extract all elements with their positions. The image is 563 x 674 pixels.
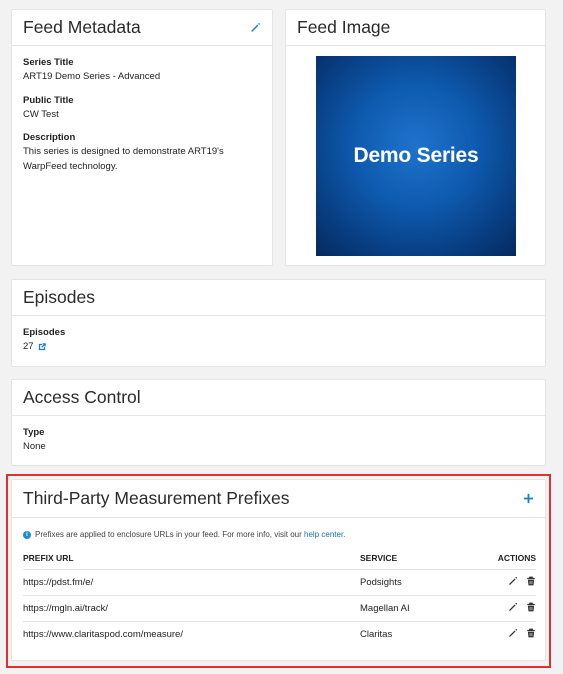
description-label: Description <box>23 132 76 143</box>
add-prefix-button[interactable] <box>523 493 534 504</box>
measurement-prefixes-card: Third-Party Measurement Prefixes i Prefi… <box>11 479 546 661</box>
plus-icon <box>523 493 534 504</box>
trash-icon <box>527 576 535 586</box>
edit-prefix-button[interactable] <box>508 576 518 586</box>
info-suffix: . <box>343 530 346 539</box>
delete-prefix-button[interactable] <box>526 628 536 638</box>
measurement-prefixes-title: Third-Party Measurement Prefixes <box>23 488 290 508</box>
prefix-url-cell: https://pdst.fm/e/ <box>23 569 360 596</box>
type-value: None <box>23 441 46 452</box>
table-row: https://pdst.fm/e/ Podsights <box>23 569 536 596</box>
series-title-value: ART19 Demo Series - Advanced <box>23 71 161 82</box>
measurement-prefixes-header: Third-Party Measurement Prefixes <box>12 480 545 518</box>
feed-image-title: Feed Image <box>297 17 391 37</box>
feed-metadata-header: Feed Metadata <box>12 10 272 46</box>
pencil-icon <box>509 602 518 611</box>
table-row: https://www.claritaspod.com/measure/ Cla… <box>23 622 536 648</box>
feed-cover-image: Demo Series <box>316 56 516 256</box>
feed-image-card: Feed Image Demo Series <box>285 9 546 266</box>
feed-metadata-title: Feed Metadata <box>23 17 141 37</box>
series-title-label: Series Title <box>23 57 74 68</box>
pencil-icon <box>509 629 518 637</box>
delete-prefix-button[interactable] <box>526 602 536 612</box>
prefixes-info: i Prefixes are applied to enclosure URLs… <box>12 518 545 539</box>
access-control-title: Access Control <box>23 387 141 407</box>
trash-icon <box>527 628 535 638</box>
description-line-1: This series is designed to demonstrate A… <box>23 146 224 157</box>
table-header-row: PREFIX URL SERVICE ACTIONS <box>23 553 536 570</box>
prefix-url-cell: https://mgln.ai/track/ <box>23 595 360 622</box>
pencil-icon <box>509 576 518 585</box>
prefixes-table: PREFIX URL SERVICE ACTIONS https://pdst.… <box>23 553 536 648</box>
prefixes-info-text: Prefixes are applied to enclosure URLs i… <box>35 530 345 539</box>
feed-metadata-card: Feed Metadata Series Title ART19 Demo Se… <box>11 9 273 266</box>
cover-image-text: Demo Series <box>353 144 479 167</box>
column-header-service: SERVICE <box>360 553 470 570</box>
delete-prefix-button[interactable] <box>526 576 536 586</box>
episodes-count-link[interactable]: 27 <box>23 340 47 355</box>
trash-icon <box>527 602 535 612</box>
column-header-prefix-url: PREFIX URL <box>23 553 360 570</box>
pencil-icon <box>251 23 260 32</box>
episodes-header: Episodes <box>12 280 545 316</box>
info-icon: i <box>23 530 31 539</box>
edit-metadata-button[interactable] <box>250 22 261 33</box>
episodes-count: 27 <box>23 341 34 352</box>
description-line-2: WarpFeed technology. <box>23 160 118 172</box>
episodes-title: Episodes <box>23 287 95 307</box>
info-text: Prefixes are applied to enclosure URLs i… <box>35 530 302 539</box>
table-row: https://mgln.ai/track/ Magellan AI <box>23 595 536 622</box>
service-cell: Magellan AI <box>360 595 470 622</box>
episodes-label: Episodes <box>23 327 66 338</box>
episodes-card: Episodes Episodes 27 <box>11 279 546 367</box>
access-control-card: Access Control Type None <box>11 379 546 466</box>
column-header-actions: ACTIONS <box>470 553 536 570</box>
access-control-header: Access Control <box>12 380 545 416</box>
prefix-url-cell: https://www.claritaspod.com/measure/ <box>23 629 183 641</box>
feed-image-header: Feed Image <box>286 10 545 46</box>
edit-prefix-button[interactable] <box>508 628 518 638</box>
public-title-label: Public Title <box>23 94 74 106</box>
help-center-link[interactable]: help center <box>304 530 343 539</box>
edit-prefix-button[interactable] <box>508 602 518 612</box>
service-cell: Claritas <box>360 629 393 641</box>
description-value: This series is designed to demonstrate A… <box>23 145 261 174</box>
type-label: Type <box>23 427 45 438</box>
service-cell: Podsights <box>360 569 470 596</box>
public-title-value: CW Test <box>23 108 59 120</box>
external-link-icon <box>38 343 46 351</box>
